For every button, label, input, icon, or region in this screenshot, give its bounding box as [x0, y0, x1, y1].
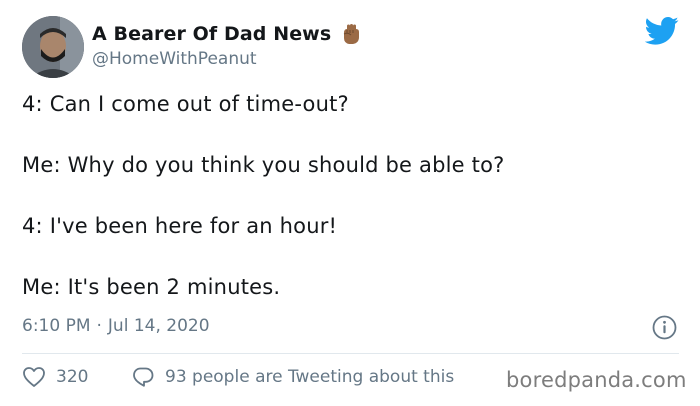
like-button[interactable]: 320	[22, 366, 88, 388]
discussion-text: 93 people are Tweeting about this	[165, 367, 455, 387]
tweet-date: Jul 14, 2020	[107, 316, 210, 336]
tweet-text-line-2: Me: Why do you think you should be able …	[22, 153, 505, 177]
reply-bubble-icon	[133, 367, 154, 387]
tweet-text-line-1: 4: Can I come out of time-out?	[22, 92, 349, 116]
avatar-image	[22, 16, 84, 78]
tweet-timestamp[interactable]: 6:10 PM · Jul 14, 2020	[22, 316, 210, 336]
tweet-time: 6:10 PM	[22, 316, 91, 336]
boredpanda-watermark: boredpanda.com	[506, 368, 687, 392]
author-handle[interactable]: @HomeWithPeanut	[92, 49, 257, 69]
discussion-link[interactable]: 93 people are Tweeting about this	[131, 366, 454, 388]
info-icon[interactable]	[652, 315, 677, 340]
like-count: 320	[56, 367, 89, 387]
twitter-bird-icon[interactable]	[644, 16, 679, 46]
author-name-row: A Bearer Of Dad News	[92, 22, 363, 46]
tweet-text-line-3: 4: I've been here for an hour!	[22, 214, 338, 238]
tweet-text-line-4: Me: It's been 2 minutes.	[22, 275, 281, 299]
raised-fist-icon	[339, 22, 363, 46]
avatar[interactable]	[22, 16, 84, 78]
heart-icon	[23, 367, 45, 387]
divider	[22, 353, 679, 354]
author-display-name[interactable]: A Bearer Of Dad News	[92, 23, 331, 45]
timestamp-separator: ·	[96, 316, 102, 336]
